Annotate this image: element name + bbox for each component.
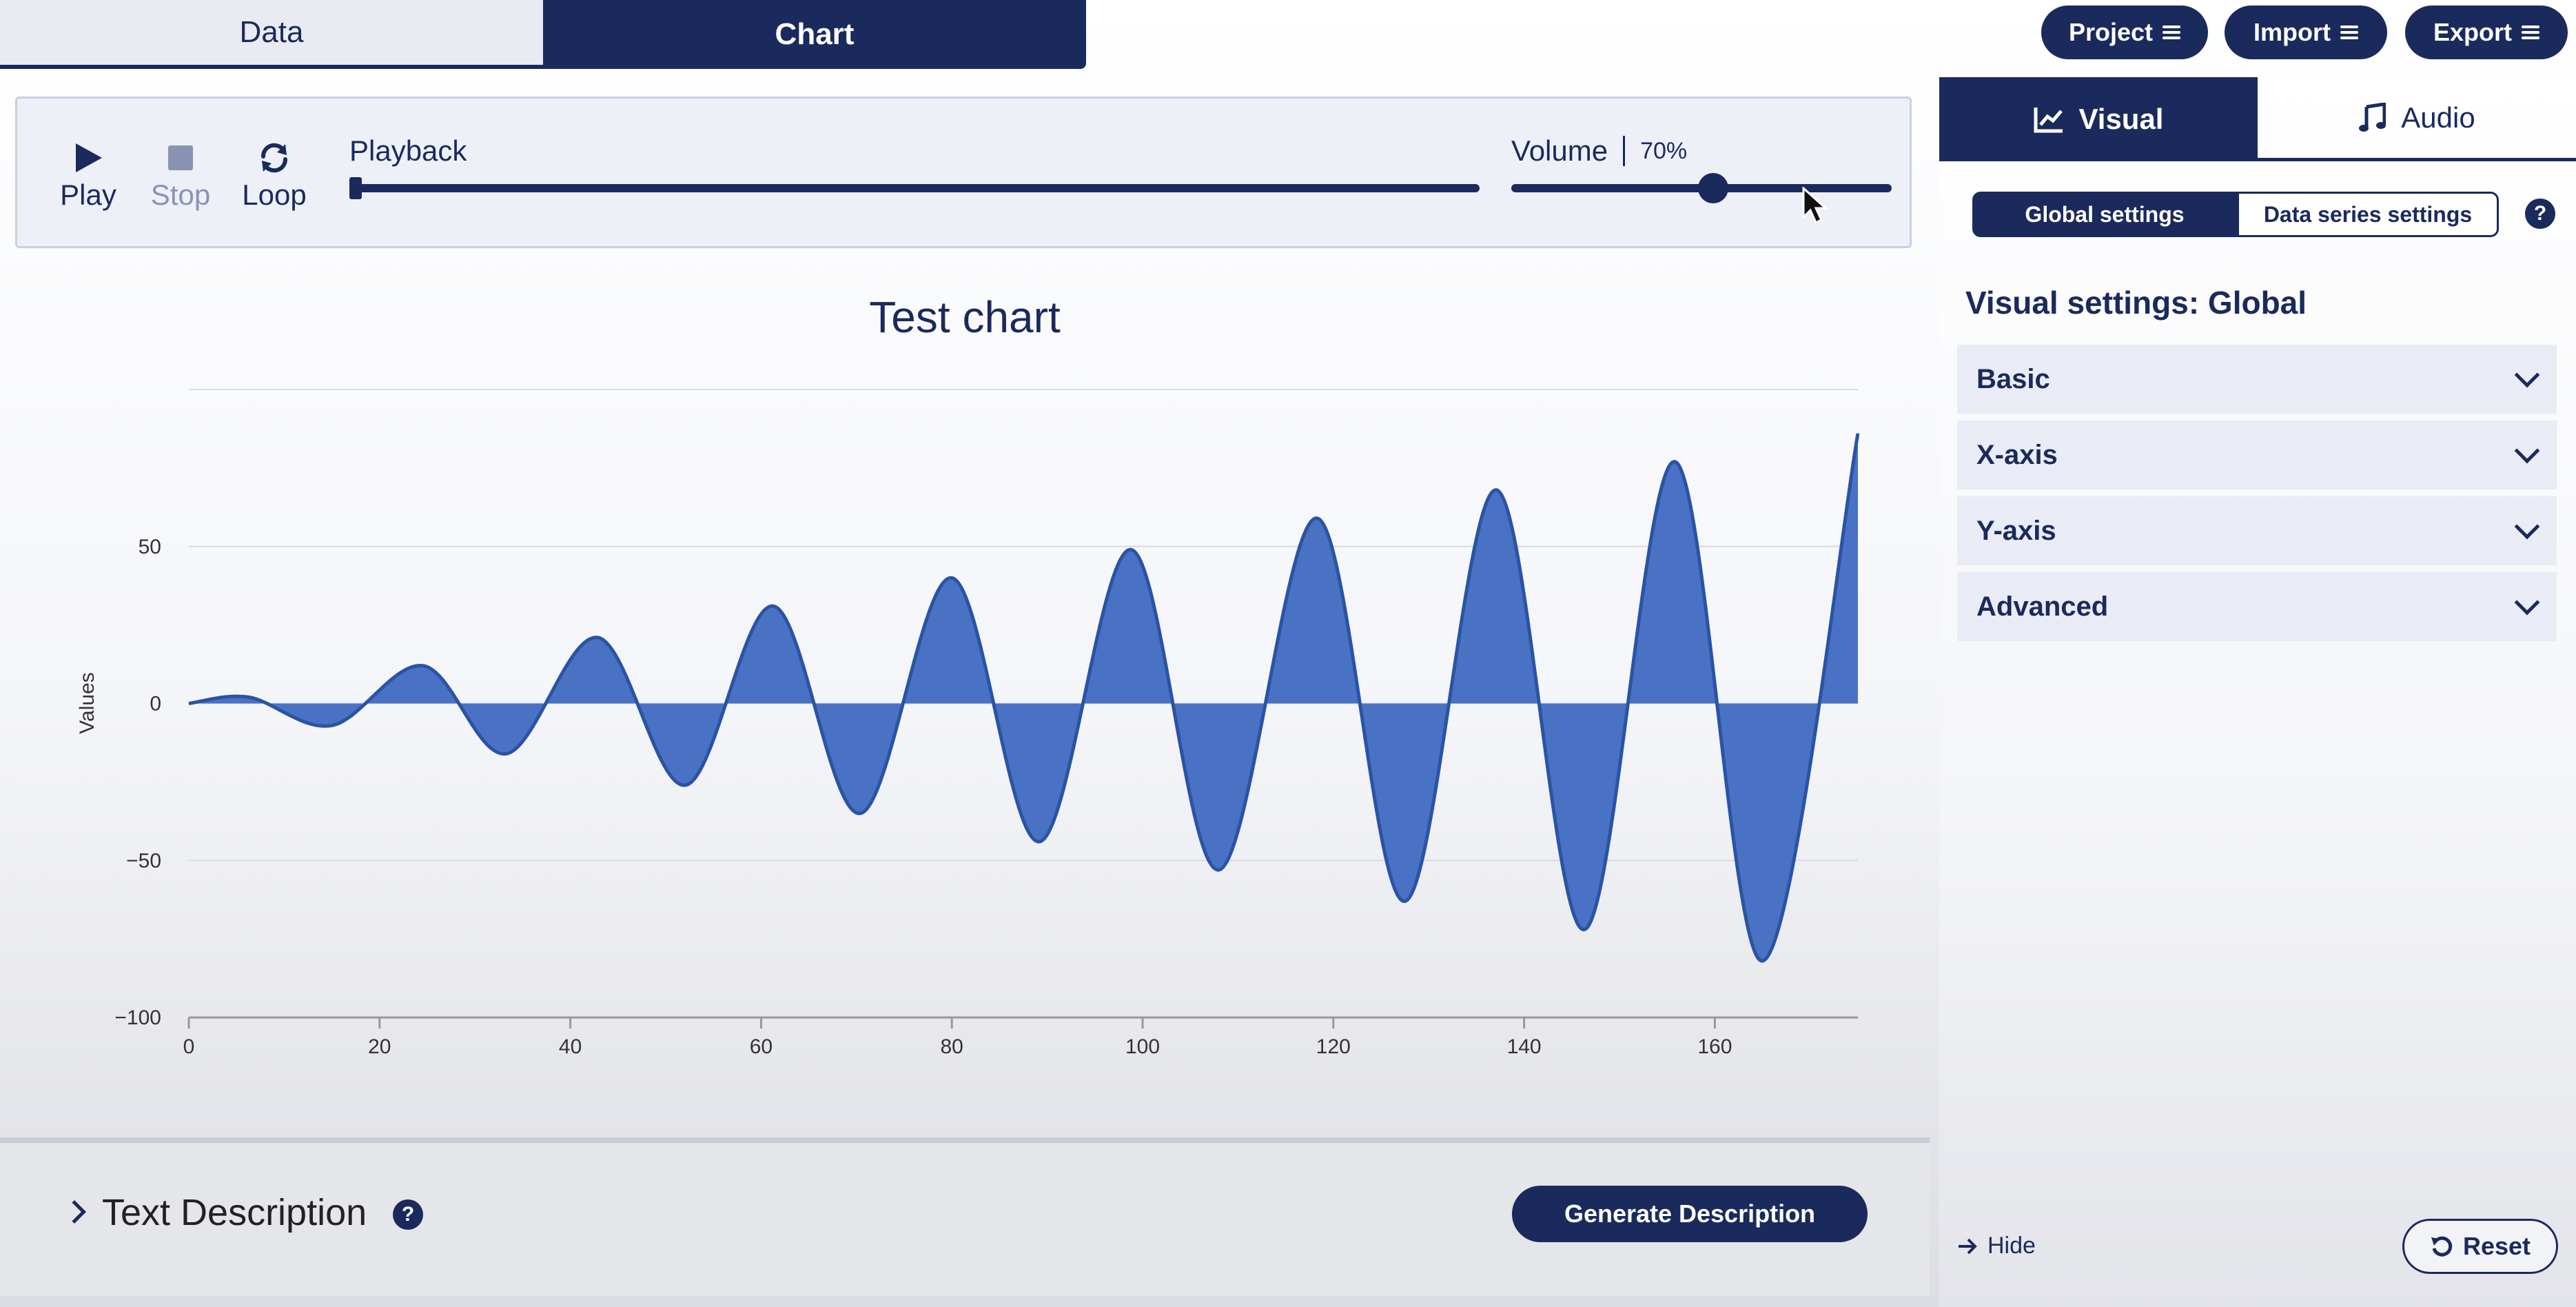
data-series-settings-tab[interactable]: Data series settings	[2237, 192, 2499, 237]
import-menu-label: Import	[2253, 18, 2331, 46]
accordion-x-axis-label: X-axis	[1976, 439, 2058, 470]
tab-visual[interactable]: Visual	[1939, 77, 2258, 161]
menu-icon	[2522, 25, 2539, 40]
hide-label: Hide	[1987, 1233, 2036, 1259]
data-point	[1762, 960, 1764, 962]
area-chart: Test chart 50 0 −50 −100 0 20 40 60 80 100 120 140 1…	[76, 292, 1860, 1058]
x-tick-label: 80	[941, 1035, 963, 1058]
mouse-cursor-icon	[1802, 187, 1828, 225]
data-point	[1130, 549, 1132, 550]
volume-label: Volume	[1511, 134, 1608, 167]
series-area	[189, 433, 1858, 962]
accordion-basic-label: Basic	[1976, 363, 2050, 394]
data-point	[1039, 841, 1041, 842]
data-point	[773, 605, 774, 607]
data-point	[1404, 900, 1406, 902]
accordion-basic[interactable]: Basic	[1957, 345, 2557, 414]
playback-slider[interactable]	[349, 177, 1480, 199]
tab-data[interactable]: Data	[0, 0, 543, 69]
tab-audio[interactable]: Audio	[2258, 77, 2576, 161]
volume-handle[interactable]	[1697, 173, 1728, 203]
data-point	[422, 665, 424, 667]
x-tick-label: 120	[1316, 1035, 1351, 1058]
project-menu-button[interactable]: Project	[2041, 6, 2208, 59]
y-axis-label: Values	[76, 672, 99, 734]
y-tick-label: 50	[139, 536, 161, 558]
playback-handle[interactable]	[349, 177, 362, 199]
line-chart-icon	[2034, 108, 2063, 133]
import-menu-button[interactable]: Import	[2225, 6, 2387, 59]
global-settings-tab[interactable]: Global settings	[1972, 192, 2237, 237]
reset-button[interactable]: Reset	[2402, 1219, 2558, 1274]
loop-label: Loop	[242, 179, 307, 211]
y-tick-label: −100	[114, 1006, 161, 1029]
music-note-icon	[2359, 102, 2386, 132]
play-label: Play	[60, 179, 116, 211]
loop-button[interactable]: Loop	[236, 137, 312, 212]
x-tick-label: 20	[368, 1035, 391, 1058]
chevron-down-icon	[2514, 438, 2540, 464]
generate-description-button[interactable]: Generate Description	[1512, 1186, 1868, 1242]
data-point	[597, 637, 599, 638]
accordion-advanced[interactable]: Advanced	[1957, 572, 2557, 641]
accordion-advanced-label: Advanced	[1976, 591, 2109, 622]
help-icon[interactable]: ?	[2525, 199, 2555, 229]
chevron-down-icon	[2514, 514, 2540, 540]
project-menu-label: Project	[2068, 18, 2154, 46]
undo-icon	[2431, 1236, 2453, 1257]
stop-icon	[143, 137, 218, 179]
data-point	[1218, 869, 1220, 871]
export-menu-button[interactable]: Export	[2405, 6, 2568, 59]
tab-audio-label: Audio	[2401, 101, 2475, 134]
tab-chart[interactable]: Chart	[543, 0, 1086, 69]
stop-button[interactable]: Stop	[143, 137, 218, 212]
x-tick-label: 100	[1125, 1035, 1160, 1058]
visual-settings-heading: Visual settings: Global	[1965, 285, 2307, 321]
top-bar: Data Chart Project Import Export	[0, 0, 2576, 79]
volume-divider	[1623, 136, 1626, 166]
x-tick-label: 160	[1697, 1035, 1732, 1058]
data-point	[331, 725, 333, 726]
expand-chevron-icon[interactable]	[63, 1200, 86, 1224]
text-description-bar: Text Description ? Generate Description	[0, 1137, 1930, 1296]
loop-icon	[236, 137, 312, 179]
chevron-down-icon	[2514, 589, 2540, 616]
arrow-right-icon	[1959, 1238, 1977, 1254]
accordion-y-axis-label: Y-axis	[1976, 515, 2056, 546]
export-menu-label: Export	[2433, 18, 2512, 46]
tab-visual-label: Visual	[2078, 103, 2164, 135]
data-point	[188, 703, 190, 704]
y-tick-label: −50	[126, 849, 161, 872]
stop-label: Stop	[150, 179, 211, 211]
playback-label: Playback	[349, 134, 467, 167]
chevron-down-icon	[2514, 362, 2540, 388]
playback-panel: Play Stop Loop Playback Volume 70%	[15, 97, 1912, 248]
play-button[interactable]: Play	[50, 137, 126, 212]
volume-value: 70%	[1640, 137, 1688, 164]
x-tick-label: 40	[559, 1035, 582, 1058]
accordion-x-axis[interactable]: X-axis	[1957, 421, 2557, 489]
x-tick-label: 0	[183, 1035, 195, 1058]
volume-slider[interactable]	[1511, 173, 1892, 203]
data-point	[1495, 489, 1497, 491]
settings-panel: Visual Audio Global settings Data series…	[1939, 77, 2576, 1307]
x-tick-label: 60	[750, 1035, 773, 1058]
x-tick-label: 140	[1507, 1035, 1542, 1058]
menu-icon	[2340, 25, 2358, 40]
reset-label: Reset	[2462, 1232, 2531, 1260]
data-point	[1857, 433, 1859, 434]
help-icon[interactable]: ?	[393, 1199, 423, 1230]
data-point	[506, 753, 507, 754]
text-description-title[interactable]: Text Description	[102, 1191, 367, 1234]
play-icon	[50, 137, 126, 179]
accordion-y-axis[interactable]: Y-axis	[1957, 496, 2557, 565]
menu-icon	[2163, 25, 2181, 40]
chart-area: Test chart 50 0 −50 −100 0 20 40 60 80 100 120 140 1…	[0, 262, 1930, 1131]
chart-title: Test chart	[869, 292, 1061, 342]
volume-header: Volume 70%	[1511, 134, 1687, 168]
hide-panel-button[interactable]: Hide	[1957, 1233, 2036, 1259]
y-tick-label: 0	[150, 693, 161, 716]
